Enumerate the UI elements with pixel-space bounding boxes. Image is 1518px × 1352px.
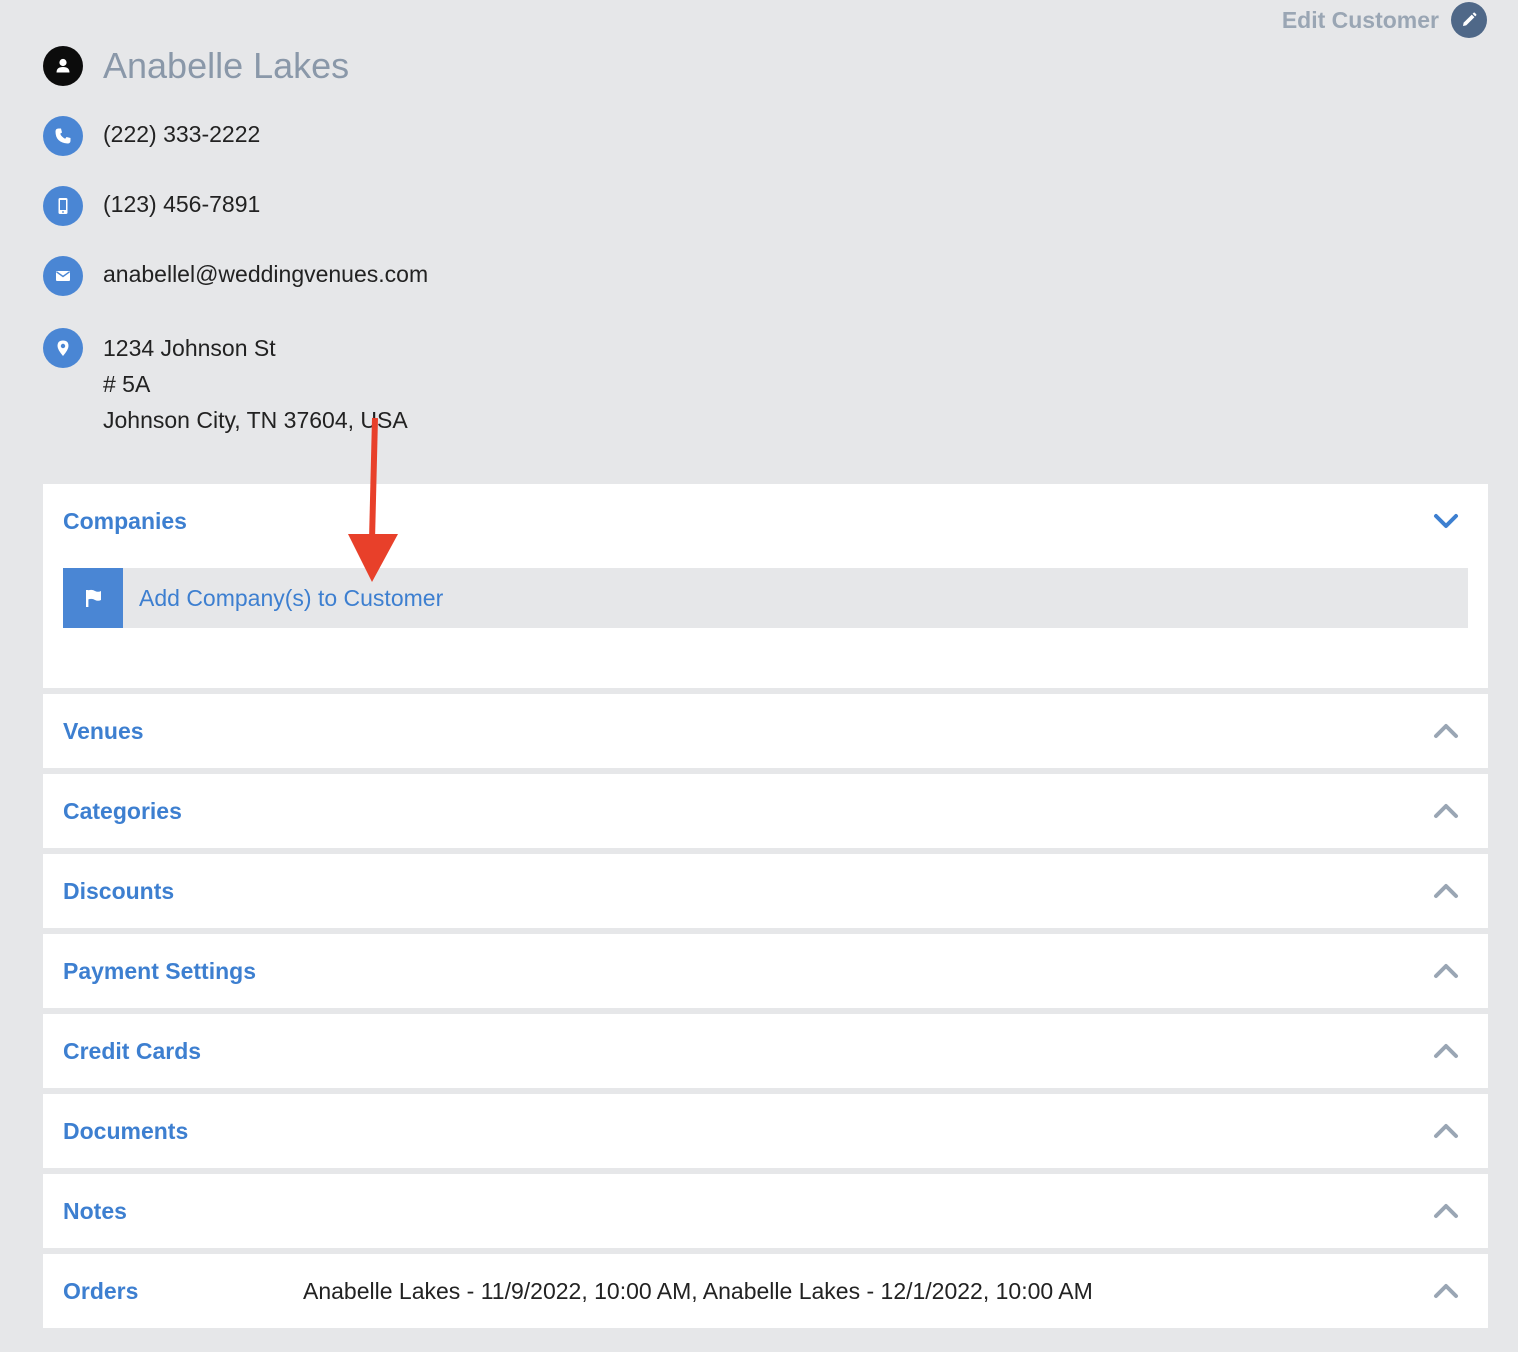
venues-title: Venues xyxy=(63,717,144,744)
phone-number: (222) 333-2222 xyxy=(103,121,261,147)
credit-cards-title: Credit Cards xyxy=(63,1037,202,1064)
customer-name-row: Anabelle Lakes xyxy=(43,46,349,86)
discounts-panel-header[interactable]: Discounts xyxy=(43,854,1488,928)
chevron-down-icon[interactable] xyxy=(1432,511,1460,531)
notes-title: Notes xyxy=(63,1197,127,1224)
categories-title: Categories xyxy=(63,797,182,824)
payment-settings-panel: Payment Settings xyxy=(43,934,1488,1008)
person-icon xyxy=(43,46,83,86)
chevron-up-icon[interactable] xyxy=(1432,1281,1460,1301)
pencil-icon[interactable] xyxy=(1451,2,1487,38)
mobile-number: (123) 456-7891 xyxy=(103,191,261,217)
documents-title: Documents xyxy=(63,1117,189,1144)
customer-name: Anabelle Lakes xyxy=(103,45,350,86)
credit-cards-panel: Credit Cards xyxy=(43,1014,1488,1088)
chevron-up-icon[interactable] xyxy=(1432,1041,1460,1061)
mobile-row: (123) 456-7891 xyxy=(43,186,260,226)
payment-settings-title: Payment Settings xyxy=(63,957,256,984)
chevron-up-icon[interactable] xyxy=(1432,961,1460,981)
chevron-up-icon[interactable] xyxy=(1432,801,1460,821)
companies-panel-header[interactable]: Companies xyxy=(43,484,1488,558)
email-row: anabellel@weddingvenues.com xyxy=(43,256,428,296)
orders-panel: Orders Anabelle Lakes - 11/9/2022, 10:00… xyxy=(43,1254,1488,1328)
documents-panel-header[interactable]: Documents xyxy=(43,1094,1488,1168)
edit-customer-button[interactable]: Edit Customer xyxy=(1282,2,1487,38)
venues-panel-header[interactable]: Venues xyxy=(43,694,1488,768)
companies-panel: Companies Add Company(s) to Customer xyxy=(43,484,1488,688)
chevron-up-icon[interactable] xyxy=(1432,1201,1460,1221)
address-block: 1234 Johnson St # 5A Johnson City, TN 37… xyxy=(103,330,408,438)
discounts-panel: Discounts xyxy=(43,854,1488,928)
chevron-up-icon[interactable] xyxy=(1432,881,1460,901)
categories-panel: Categories xyxy=(43,774,1488,848)
map-pin-icon xyxy=(43,328,83,368)
chevron-up-icon[interactable] xyxy=(1432,1121,1460,1141)
address-line-3: Johnson City, TN 37604, USA xyxy=(103,407,408,433)
email-address: anabellel@weddingvenues.com xyxy=(103,261,429,287)
categories-panel-header[interactable]: Categories xyxy=(43,774,1488,848)
flag-icon xyxy=(63,568,123,628)
venues-panel: Venues xyxy=(43,694,1488,768)
edit-customer-label: Edit Customer xyxy=(1281,6,1439,33)
orders-summary: Anabelle Lakes - 11/9/2022, 10:00 AM, An… xyxy=(303,1277,1093,1304)
address-line-1: 1234 Johnson St xyxy=(103,335,276,361)
discounts-title: Discounts xyxy=(63,877,175,904)
notes-panel-header[interactable]: Notes xyxy=(43,1174,1488,1248)
payment-settings-panel-header[interactable]: Payment Settings xyxy=(43,934,1488,1008)
phone-icon xyxy=(43,116,83,156)
companies-title: Companies xyxy=(63,507,187,534)
add-company-label: Add Company(s) to Customer xyxy=(139,584,444,611)
documents-panel: Documents xyxy=(43,1094,1488,1168)
orders-panel-header[interactable]: Orders Anabelle Lakes - 11/9/2022, 10:00… xyxy=(43,1254,1488,1328)
add-company-button[interactable]: Add Company(s) to Customer xyxy=(63,568,1468,628)
phone-row: (222) 333-2222 xyxy=(43,116,260,156)
mobile-phone-icon xyxy=(43,186,83,226)
chevron-up-icon[interactable] xyxy=(1432,721,1460,741)
notes-panel: Notes xyxy=(43,1174,1488,1248)
address-row: 1234 Johnson St # 5A Johnson City, TN 37… xyxy=(43,328,408,438)
address-line-2: # 5A xyxy=(103,371,151,397)
orders-title: Orders xyxy=(63,1277,139,1304)
customer-detail-page: Edit Customer Anabelle Lakes (222) 333-2… xyxy=(0,0,1518,1352)
envelope-icon xyxy=(43,256,83,296)
credit-cards-panel-header[interactable]: Credit Cards xyxy=(43,1014,1488,1088)
